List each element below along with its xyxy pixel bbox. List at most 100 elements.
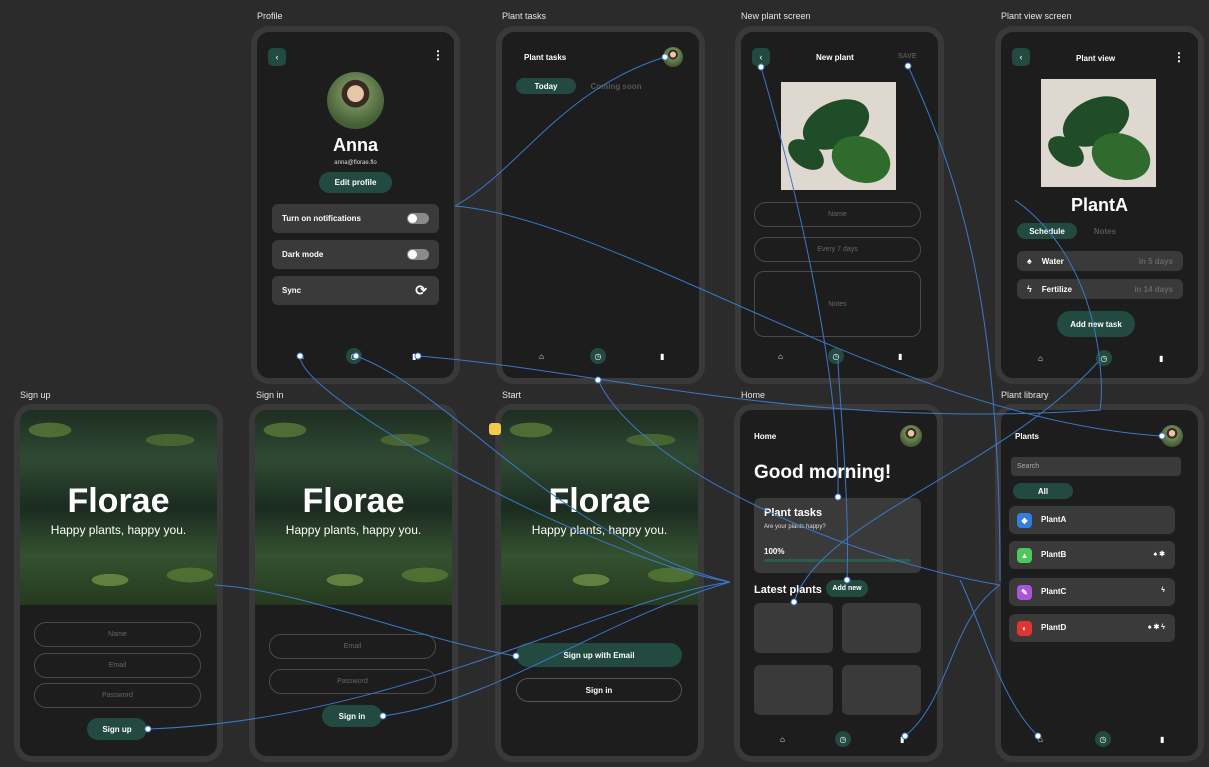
task-label: Water [1041,256,1064,266]
plant-name: PlantD [1041,623,1067,632]
screen-plant-tasks: Plant tasks Today Coming soon ⌂ ◷ ▮ [502,32,699,378]
plant-a-icon: ◆ [1017,513,1032,528]
schedule-field[interactable]: Every 7 days [754,237,921,262]
notifications-toggle[interactable] [407,213,429,224]
home-nav-icon[interactable]: ⌂ [1038,354,1043,363]
frame-label-sign-in: Sign in [256,390,284,400]
task-water[interactable]: ♠ Water in 5 days [1017,251,1183,271]
setting-label: Dark mode [282,250,324,259]
email-field[interactable]: Email [34,653,201,678]
avatar[interactable] [663,47,683,67]
brand-title: Florae [302,482,405,520]
tab-schedule[interactable]: Schedule [1017,223,1077,239]
back-button[interactable]: ‹ [1012,48,1030,66]
sign-in-button[interactable]: Sign in [516,678,682,702]
phone-plant-view: ‹ Plant view ⋮ PlantA Schedule Notes ♠ W… [995,26,1204,384]
sign-up-button[interactable]: Sign up [87,718,147,740]
sign-up-email-button[interactable]: Sign up with Email [516,643,682,667]
task-label: Fertilize [1041,284,1072,294]
plant-tile[interactable] [754,665,833,715]
plant-list-item[interactable]: ◐ PlantD ♠ ✱ ϟ [1009,614,1175,642]
library-nav-icon[interactable]: ▮ [1160,735,1164,744]
clock-nav-icon[interactable]: ◷ [835,731,851,747]
plant-tile[interactable] [754,603,833,653]
add-new-task-button[interactable]: Add new task [1057,311,1135,337]
screen-profile: ‹ ⋮ Anna anna@florae.flo Edit profile Tu… [257,32,454,378]
screen-start: Florae Happy plants, happy you. Sign up … [501,410,698,756]
plant-list-item[interactable]: ◆ PlantA [1009,506,1175,534]
plant-tile[interactable] [842,603,921,653]
plant-image[interactable] [781,82,896,190]
screen-title: Home [754,432,777,441]
frame-label-plant-view: Plant view screen [1001,11,1072,21]
clock-nav-icon[interactable]: ◷ [828,348,844,364]
plant-list-item[interactable]: ✎ PlantC ϟ [1009,578,1175,606]
library-nav-icon[interactable]: ▮ [898,352,902,361]
search-input[interactable]: Search [1011,457,1181,476]
edit-profile-button[interactable]: Edit profile [319,172,392,193]
screen-new-plant: ‹ New plant SAVE Name Every 7 days Notes… [741,32,938,378]
avatar[interactable] [1161,425,1183,447]
frame-label-start: Start [502,390,522,400]
tagline: Happy plants, happy you. [531,523,668,537]
progress-fill [764,559,911,562]
frame-label-plant-tasks: Plant tasks [502,11,547,21]
notes-field[interactable]: Notes [754,271,921,337]
tab-coming-soon[interactable]: Coming soon [584,78,648,94]
home-nav-icon[interactable]: ⌂ [299,352,304,361]
sync-icon[interactable]: ⟳ [415,282,427,299]
clock-nav-icon[interactable]: ◷ [1095,731,1111,747]
password-field[interactable]: Password [269,669,436,694]
home-nav-icon[interactable]: ⌂ [780,735,785,744]
home-nav-icon[interactable]: ⌂ [1038,735,1043,744]
progress-bar [764,559,911,562]
email-field[interactable]: Email [269,634,436,659]
tab-today[interactable]: Today [516,78,576,94]
add-new-button[interactable]: Add new [826,580,868,597]
more-menu-icon[interactable]: ⋮ [432,48,444,62]
avatar[interactable] [900,425,922,447]
home-nav-icon[interactable]: ⌂ [778,352,783,361]
drop-icon: ♠ [1027,256,1032,266]
frame-label-sign-up: Sign up [20,390,51,400]
frame-label-library: Plant library [1001,390,1049,400]
sign-in-button[interactable]: Sign in [322,705,382,727]
clock-nav-icon[interactable]: ◷ [590,348,606,364]
plant-tasks-card[interactable]: Plant tasks Are your plants happy? 100% [754,498,921,573]
plant-badges: ♠ ✱ [1153,551,1165,558]
tab-notes[interactable]: Notes [1085,223,1125,239]
plant-badges: ϟ [1161,587,1165,594]
plant-tile[interactable] [842,665,921,715]
password-field[interactable]: Password [34,683,201,708]
filter-all-chip[interactable]: All [1013,483,1073,499]
clock-nav-icon[interactable]: ◷ [1096,350,1112,366]
plant-image [1041,79,1156,187]
frame-label-profile: Profile [257,11,283,21]
phone-new-plant: ‹ New plant SAVE Name Every 7 days Notes… [735,26,944,384]
home-nav-icon[interactable]: ⌂ [539,352,544,361]
name-field[interactable]: Name [754,202,921,227]
latest-plants-title: Latest plants [754,584,822,596]
more-menu-icon[interactable]: ⋮ [1173,50,1185,64]
library-nav-icon[interactable]: ▮ [660,352,664,361]
screen-sign-up: Florae Happy plants, happy you. Name Ema… [20,410,217,756]
tagline: Happy plants, happy you. [285,523,422,537]
back-button[interactable]: ‹ [268,48,286,66]
plant-c-icon: ✎ [1017,585,1032,600]
setting-label: Sync [282,286,302,295]
comment-marker[interactable] [489,423,501,435]
library-nav-icon[interactable]: ▮ [900,735,904,744]
setting-notifications[interactable]: Turn on notifications [272,204,439,233]
setting-sync[interactable]: Sync ⟳ [272,276,439,305]
screen-title: Plants [1015,432,1040,441]
plant-list-item[interactable]: ▲ PlantB ♠ ✱ [1009,541,1175,569]
library-nav-icon[interactable]: ▮ [1159,354,1163,363]
back-button[interactable]: ‹ [752,48,770,66]
task-fertilize[interactable]: ϟ Fertilize in 14 days [1017,279,1183,299]
save-button[interactable]: SAVE [898,53,917,60]
dark-mode-toggle[interactable] [407,249,429,260]
setting-dark-mode[interactable]: Dark mode [272,240,439,269]
name-field[interactable]: Name [34,622,201,647]
clock-nav-icon[interactable]: ◷ [346,348,362,364]
library-nav-icon[interactable]: ▮ [412,352,416,361]
